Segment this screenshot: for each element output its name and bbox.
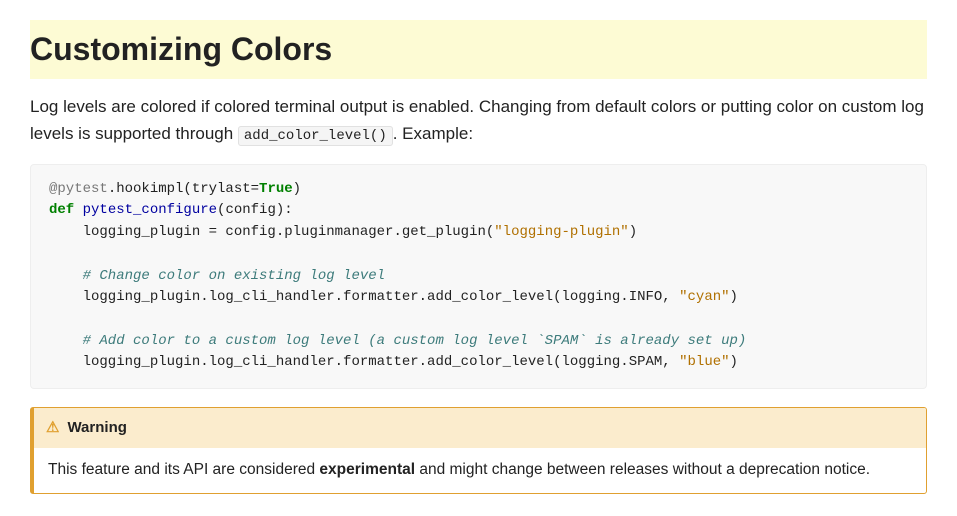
code-comment: # Add color to a custom log level (a cus…	[49, 333, 746, 349]
code-text: )	[293, 181, 301, 197]
warning-strong: experimental	[319, 461, 415, 478]
warning-title-bar: ⚠ Warning	[34, 408, 926, 448]
code-text: )	[629, 224, 637, 240]
warning-body: This feature and its API are considered …	[34, 448, 926, 493]
intro-paragraph: Log levels are colored if colored termin…	[30, 93, 927, 148]
code-text: (config):	[217, 202, 293, 218]
code-text: logging_plugin = config.pluginmanager.ge…	[49, 224, 494, 240]
code-comment: # Change color on existing log level	[49, 268, 385, 284]
code-string: "cyan"	[679, 289, 729, 305]
warning-title-text: Warning	[67, 416, 126, 440]
code-text: .hookimpl(trylast=	[108, 181, 259, 197]
code-text: logging_plugin.log_cli_handler.formatter…	[49, 289, 679, 305]
code-text: )	[730, 354, 738, 370]
warning-icon: ⚠	[46, 420, 59, 435]
warning-admonition: ⚠ Warning This feature and its API are c…	[30, 407, 927, 494]
code-block: @pytest.hookimpl(trylast=True) def pytes…	[30, 164, 927, 389]
code-string: "blue"	[679, 354, 729, 370]
intro-text-1: Log levels are colored if colored termin…	[30, 97, 924, 143]
code-keyword: def	[49, 202, 74, 218]
intro-text-2: . Example:	[393, 124, 473, 143]
warning-text-2: and might change between releases withou…	[415, 461, 870, 478]
inline-code: add_color_level()	[238, 126, 393, 146]
warning-text-1: This feature and its API are considered	[48, 461, 319, 478]
section-heading: Customizing Colors	[30, 20, 927, 79]
code-decorator: @pytest	[49, 181, 108, 197]
code-keyword: True	[259, 181, 293, 197]
code-text: )	[730, 289, 738, 305]
code-text: logging_plugin.log_cli_handler.formatter…	[49, 354, 679, 370]
code-string: "logging-plugin"	[494, 224, 628, 240]
code-fn-name: pytest_configure	[74, 202, 217, 218]
